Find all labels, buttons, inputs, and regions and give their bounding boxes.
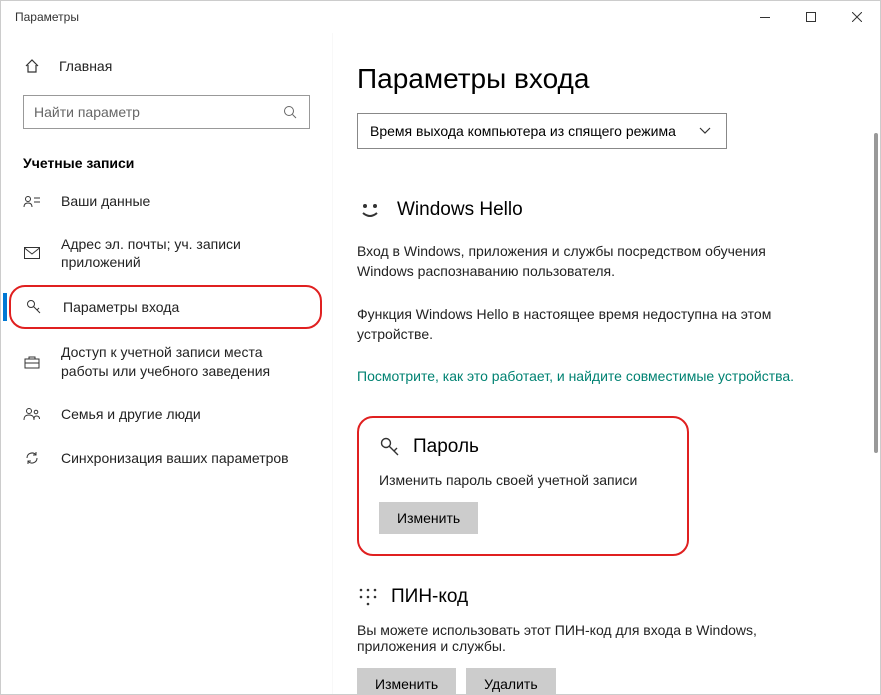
main-panel: Параметры входа Время выхода компьютера … (333, 33, 880, 694)
home-label: Главная (59, 58, 112, 74)
people-icon (23, 405, 41, 423)
change-pin-button[interactable]: Изменить (357, 668, 456, 694)
sidebar-item-sync[interactable]: Синхронизация ваших параметров (1, 436, 332, 480)
password-section: Пароль Изменить пароль своей учетной зап… (357, 416, 689, 556)
dropdown-value: Время выхода компьютера из спящего режим… (370, 123, 676, 139)
nav-label: Синхронизация ваших параметров (61, 449, 310, 467)
sidebar-section-header: Учетные записи (1, 143, 332, 179)
sidebar-item-work-access[interactable]: Доступ к учетной записи места работы или… (1, 331, 332, 391)
change-password-button[interactable]: Изменить (379, 502, 478, 534)
windows-hello-header: Windows Hello (357, 197, 840, 223)
hello-link[interactable]: Посмотрите, как это работает, и найдите … (357, 366, 807, 386)
sidebar: Главная Найти параметр Учетные записи Ва… (1, 33, 333, 694)
window-controls (742, 1, 880, 33)
sleep-timeout-dropdown[interactable]: Время выхода компьютера из спящего режим… (357, 113, 727, 149)
close-button[interactable] (834, 1, 880, 33)
mail-icon (23, 244, 41, 262)
key-icon (25, 298, 43, 316)
sidebar-item-your-info[interactable]: Ваши данные (1, 179, 332, 223)
pin-keypad-icon (357, 586, 379, 608)
briefcase-icon (23, 353, 41, 371)
password-title: Пароль (413, 436, 479, 458)
smile-icon (357, 197, 383, 223)
chevron-down-icon (696, 122, 714, 140)
scrollbar[interactable] (874, 133, 878, 453)
page-title: Параметры входа (357, 63, 840, 95)
nav-label: Ваши данные (61, 192, 310, 210)
window-title: Параметры (15, 10, 79, 24)
search-icon (281, 103, 299, 121)
person-card-icon (23, 192, 41, 210)
minimize-button[interactable] (742, 1, 788, 33)
maximize-button[interactable] (788, 1, 834, 33)
sidebar-item-email-accounts[interactable]: Адрес эл. почты; уч. записи приложений (1, 223, 332, 283)
titlebar: Параметры (1, 1, 880, 33)
home-nav[interactable]: Главная (1, 47, 332, 85)
remove-pin-button[interactable]: Удалить (466, 668, 555, 694)
password-description: Изменить пароль своей учетной записи (379, 472, 667, 488)
hello-title: Windows Hello (397, 199, 523, 221)
pin-title: ПИН-код (391, 586, 468, 608)
pin-description: Вы можете использовать этот ПИН-код для … (357, 622, 797, 654)
home-icon (23, 57, 41, 75)
sidebar-item-signin-options[interactable]: Параметры входа (9, 285, 322, 329)
search-input[interactable]: Найти параметр (23, 95, 310, 129)
search-placeholder: Найти параметр (34, 104, 140, 120)
nav-label: Семья и другие люди (61, 405, 310, 423)
nav-label: Адрес эл. почты; уч. записи приложений (61, 235, 310, 271)
hello-description: Вход в Windows, приложения и службы поср… (357, 241, 807, 282)
nav-label: Доступ к учетной записи места работы или… (61, 343, 310, 379)
sync-icon (23, 449, 41, 467)
nav-label: Параметры входа (63, 298, 306, 316)
sidebar-item-family[interactable]: Семья и другие люди (1, 392, 332, 436)
hello-unavailable: Функция Windows Hello в настоящее время … (357, 304, 807, 345)
pin-section: ПИН-код Вы можете использовать этот ПИН-… (357, 586, 840, 694)
key-icon (379, 436, 401, 458)
